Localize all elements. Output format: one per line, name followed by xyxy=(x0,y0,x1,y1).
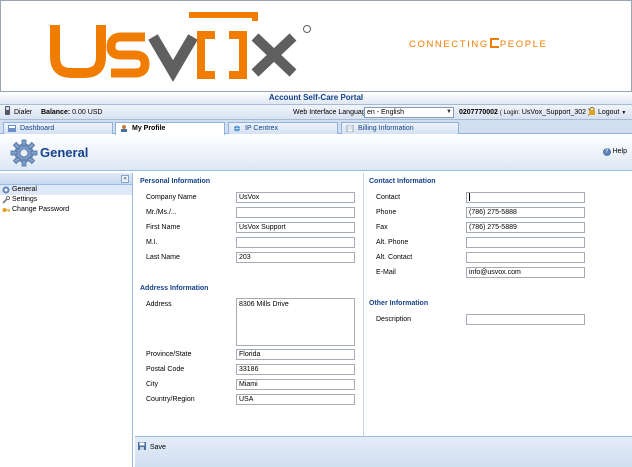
dashboard-icon xyxy=(8,125,16,132)
balance-display: Balance: 0.00 USD xyxy=(41,109,103,116)
salutation-field[interactable] xyxy=(236,207,355,218)
province-state-label: Province/State xyxy=(146,351,192,358)
alt-phone-label: Alt. Phone xyxy=(376,239,409,246)
banner: CONNECTING PEOPLE xyxy=(0,0,632,92)
language-select[interactable]: en - English ▼ xyxy=(364,107,454,118)
fax-label: Fax xyxy=(376,224,388,231)
floppy-disk-icon xyxy=(138,442,146,450)
last-name-field[interactable]: 203 xyxy=(236,252,355,263)
description-field[interactable] xyxy=(466,314,585,325)
toolbar: Dialer Balance: 0.00 USD Web Interface L… xyxy=(0,104,632,120)
key-icon xyxy=(2,208,10,212)
tab-my-profile[interactable]: My Profile xyxy=(115,122,225,135)
phone-label: Phone xyxy=(376,209,397,216)
country-region-label: Country/Region xyxy=(146,396,195,403)
form-footer: Save xyxy=(135,436,632,467)
company-name-field[interactable]: UsVox xyxy=(236,192,355,203)
dialer-button[interactable]: Dialer xyxy=(4,105,32,120)
tab-dashboard[interactable]: Dashboard xyxy=(3,122,113,134)
address-info-title: Address Information xyxy=(140,285,209,292)
chevron-down-icon: ▼ xyxy=(621,110,627,116)
chevron-down-icon: ▼ xyxy=(446,109,452,115)
tab-bar: Dashboard My Profile IP Centrex Billing … xyxy=(0,120,632,135)
country-region-field[interactable]: USA xyxy=(236,394,355,405)
document-icon xyxy=(346,125,354,132)
contact-field[interactable] xyxy=(466,192,585,203)
alt-phone-field[interactable] xyxy=(466,237,585,248)
page-header: General ? Help xyxy=(0,135,632,171)
company-name-label: Company Name xyxy=(146,194,197,201)
fax-field[interactable]: (786) 275-5889 xyxy=(466,222,585,233)
personal-info-title: Personal Information xyxy=(140,178,211,185)
address-label: Address xyxy=(146,301,172,308)
account-info: 0207770002 ( Login: UsVox_Support_302 ) xyxy=(459,109,591,116)
phone-icon xyxy=(5,106,10,115)
email-label: E-Mail xyxy=(376,269,396,276)
lock-icon xyxy=(589,107,595,115)
address-textarea[interactable]: 8306 Mills Drive xyxy=(236,298,355,346)
salutation-label: Mr./Ms./... xyxy=(146,209,177,216)
phone-field[interactable]: (786) 275-5888 xyxy=(466,207,585,218)
gear-icon xyxy=(10,139,38,167)
tab-ip-centrex[interactable]: IP Centrex xyxy=(228,122,338,134)
left-nav: « General Settings Change Password xyxy=(0,173,133,467)
column-divider xyxy=(363,173,364,436)
middle-initial-field[interactable] xyxy=(236,237,355,248)
postal-code-label: Postal Code xyxy=(146,366,185,373)
wrench-icon xyxy=(2,196,10,204)
tab-billing-information[interactable]: Billing Information xyxy=(341,122,459,134)
save-button[interactable]: Save xyxy=(138,442,166,451)
contact-info-title: Contact Information xyxy=(369,178,436,185)
nav-item-general[interactable]: General xyxy=(0,185,132,195)
last-name-label: Last Name xyxy=(146,254,180,261)
alt-contact-label: Alt. Contact xyxy=(376,254,413,261)
postal-code-field[interactable]: 33186 xyxy=(236,364,355,375)
portal-title: Account Self-Care Portal xyxy=(0,92,632,104)
middle-initial-label: M.I. xyxy=(146,239,158,246)
province-state-field[interactable]: Florida xyxy=(236,349,355,360)
tagline: CONNECTING PEOPLE xyxy=(409,38,548,50)
help-button[interactable]: ? Help xyxy=(602,148,627,156)
logout-button[interactable]: Logout ▼ xyxy=(588,105,626,121)
email-field[interactable]: info@usvox.com xyxy=(466,267,585,278)
usvox-logo xyxy=(50,12,311,82)
profile-form: Personal Information Company Name UsVox … xyxy=(135,173,632,436)
first-name-label: First Name xyxy=(146,224,181,231)
city-label: City xyxy=(146,381,159,388)
left-nav-header: « xyxy=(0,173,132,185)
profile-icon xyxy=(121,125,127,132)
page-title: General xyxy=(40,145,89,160)
collapse-icon[interactable]: « xyxy=(121,175,129,183)
text-caret xyxy=(469,193,470,201)
network-icon xyxy=(234,125,240,132)
nav-item-settings[interactable]: Settings xyxy=(0,195,132,205)
alt-contact-field[interactable] xyxy=(466,252,585,263)
general-icon xyxy=(2,186,10,194)
bracket-mark-icon xyxy=(489,38,499,48)
contact-label: Contact xyxy=(376,194,401,201)
language-label: Web Interface Language: xyxy=(293,109,372,116)
help-icon: ? xyxy=(602,148,611,156)
city-field[interactable]: Miami xyxy=(236,379,355,390)
nav-item-change-password[interactable]: Change Password xyxy=(0,205,132,215)
other-info-title: Other Information xyxy=(369,300,429,307)
description-label: Description xyxy=(376,316,412,323)
first-name-field[interactable]: UsVox Support xyxy=(236,222,355,233)
